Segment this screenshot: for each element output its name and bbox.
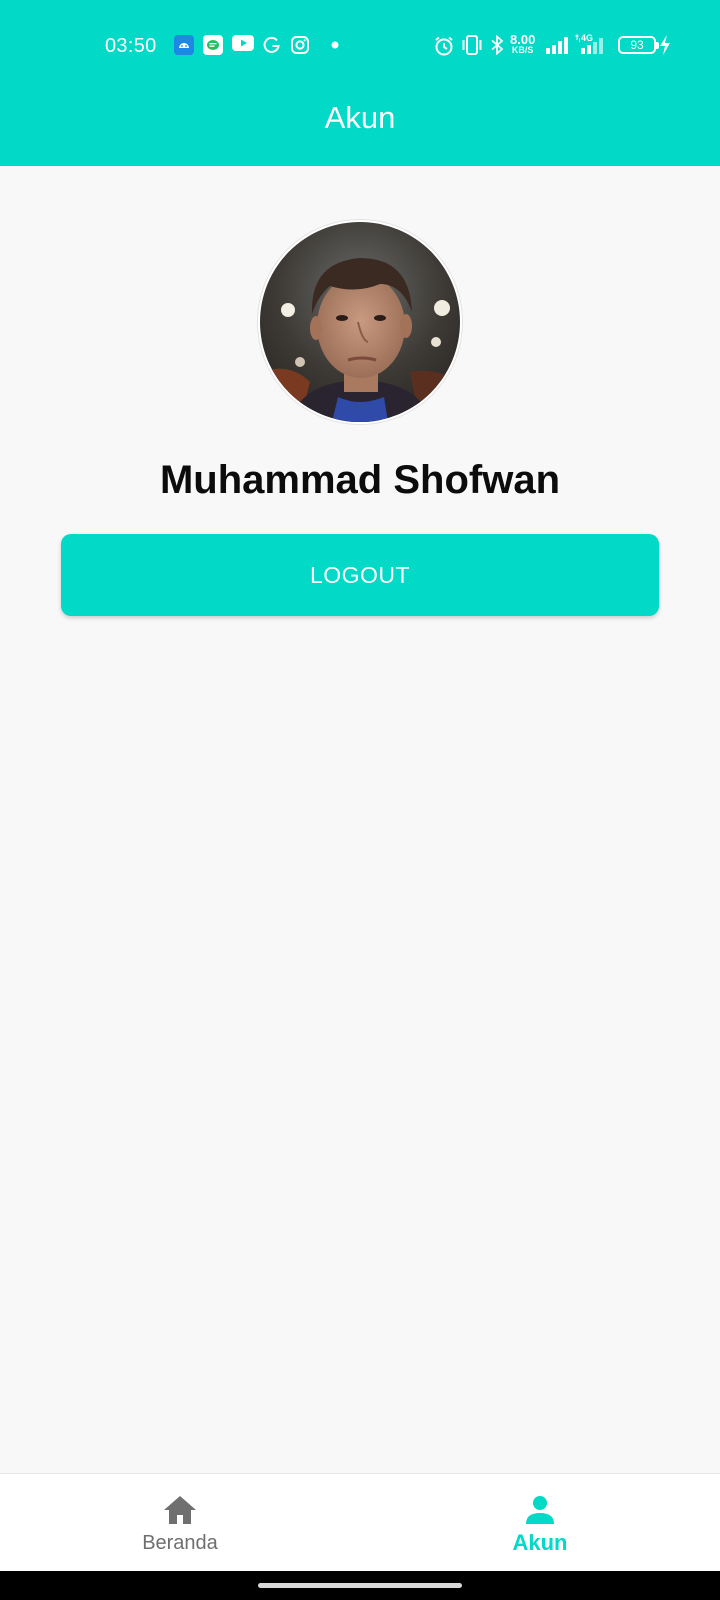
- android-icon: [174, 35, 194, 55]
- avatar: [258, 220, 462, 424]
- bottom-navigation: Beranda Akun: [0, 1473, 720, 1571]
- battery-icon: 93: [618, 36, 659, 54]
- charging-icon: [659, 35, 671, 55]
- g-icon: [262, 35, 282, 55]
- nav-label-akun: Akun: [512, 1530, 568, 1555]
- logout-button[interactable]: LOGOUT: [61, 534, 659, 616]
- page-title: Akun: [324, 100, 396, 135]
- vibrate-icon: [461, 35, 483, 55]
- person-icon: [524, 1488, 556, 1526]
- gesture-bar: [0, 1571, 720, 1600]
- nav-label-beranda: Beranda: [142, 1532, 218, 1554]
- net-speed-unit: KB/S: [511, 45, 534, 55]
- status-time: 03:50: [105, 35, 157, 57]
- instagram-icon: [290, 35, 310, 55]
- account-screen: 03:50 8.00 KB/S 4G 93 Akun Muhammad Shof…: [0, 0, 720, 1600]
- gesture-handle[interactable]: [258, 1583, 462, 1588]
- nav-item-akun[interactable]: Akun: [360, 1474, 720, 1572]
- bluetooth-icon: [490, 35, 504, 55]
- top-bar: 03:50 8.00 KB/S 4G 93 Akun: [0, 0, 720, 166]
- signal-4g-icon: 4G: [575, 32, 609, 56]
- alarm-icon: [433, 35, 455, 57]
- home-icon: [162, 1488, 198, 1526]
- status-bar: 03:50 8.00 KB/S 4G 93: [0, 0, 720, 92]
- nav-item-beranda[interactable]: Beranda: [0, 1474, 360, 1572]
- net-speed: 8.00 KB/S: [510, 33, 535, 55]
- chat-icon: [203, 35, 223, 55]
- battery-level: 93: [618, 36, 656, 54]
- dot-icon: [331, 41, 339, 49]
- profile-name: Muhammad Shofwan: [159, 458, 561, 502]
- youtube-icon: [232, 35, 254, 51]
- signal-icon: [545, 35, 569, 55]
- svg-text:4G: 4G: [581, 33, 593, 43]
